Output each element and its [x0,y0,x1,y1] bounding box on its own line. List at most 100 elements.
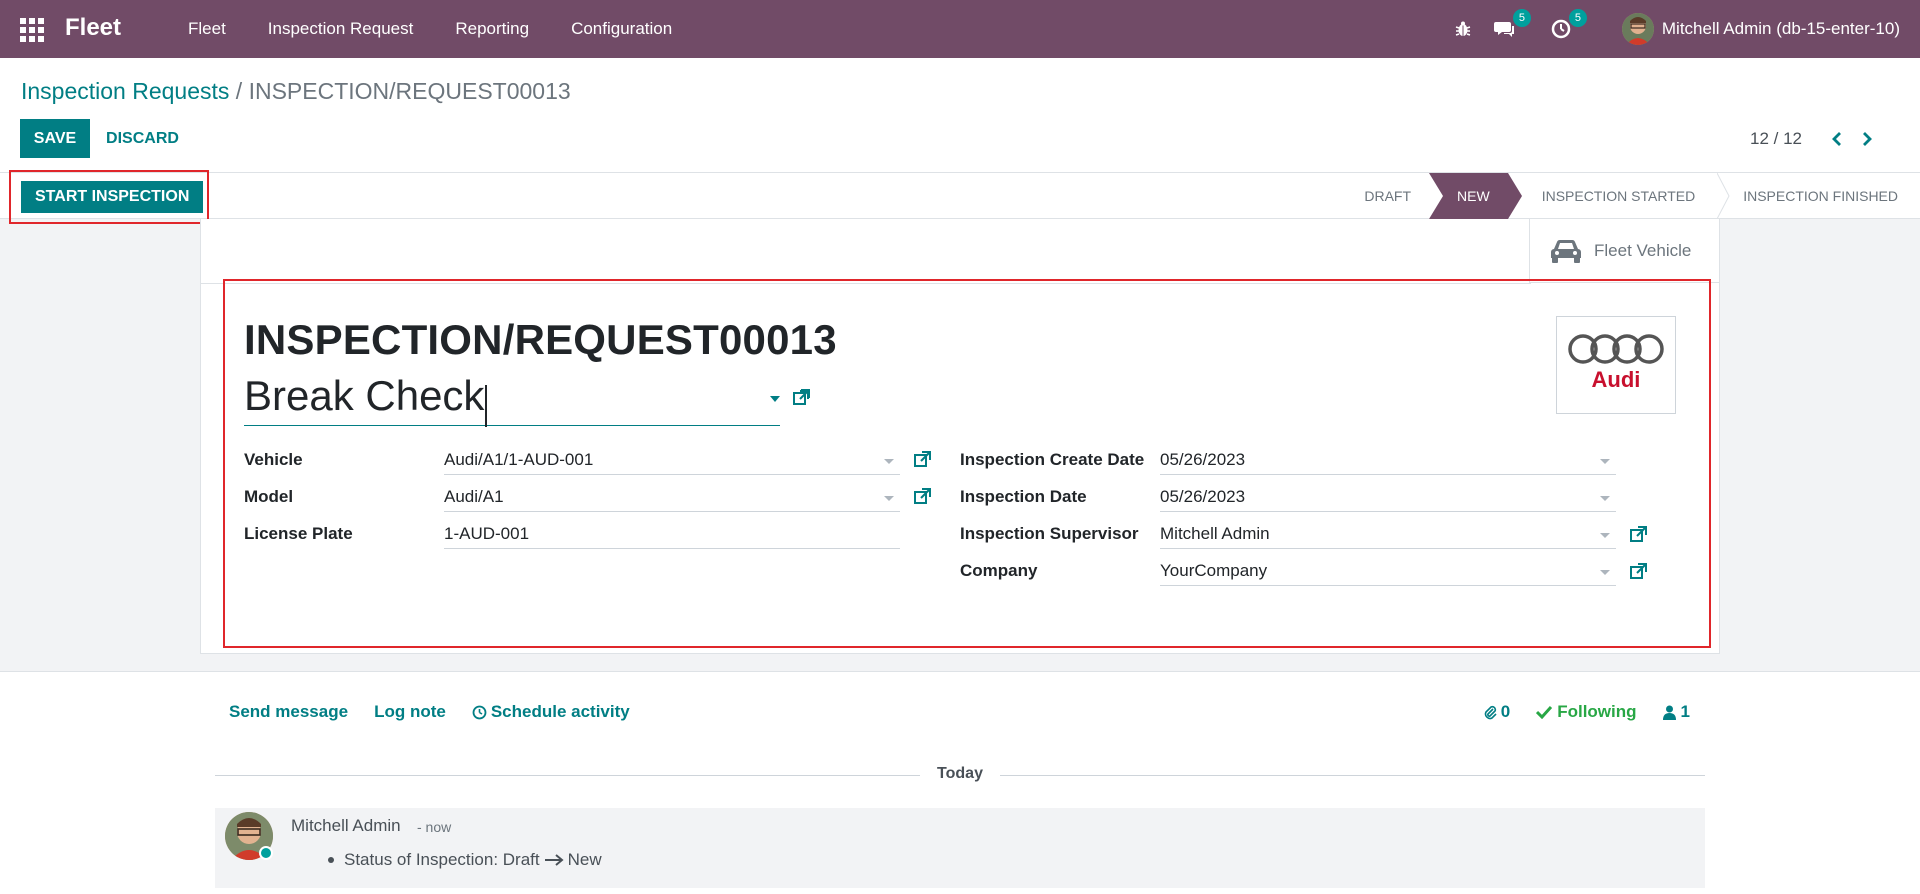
systray: 5 5 Mitchell Admin (db-15-enter-10) [1452,0,1900,58]
dropdown-arrow-icon[interactable] [1600,496,1610,501]
license-plate-field[interactable]: 1-AUD-001 [444,521,900,549]
company-field[interactable]: YourCompany [1160,558,1616,586]
clock-icon [472,705,487,719]
send-message-button[interactable]: Send message [229,702,348,722]
dropdown-arrow-icon[interactable] [1600,570,1610,575]
external-link-icon[interactable] [1629,563,1647,581]
inspection-title-value: Break Check [244,372,485,419]
menu-item-inspection-request[interactable]: Inspection Request [247,19,435,39]
vehicle-field[interactable]: Audi/A1/1-AUD-001 [444,447,900,475]
date-separator: Today [215,765,1705,785]
app-brand[interactable]: Fleet [65,14,121,42]
messages-count-badge: 5 [1512,9,1531,27]
arrow-right-icon [544,854,564,866]
tracking-value-old: Status of Inspection: Draft [344,850,540,869]
message-author[interactable]: Mitchell Admin [291,816,401,836]
chatter-message: Mitchell Admin - now Status of Inspectio… [215,808,1705,888]
company-value: YourCompany [1160,561,1268,580]
stage-pipeline: DRAFT NEW INSPECTION STARTED INSPECTION … [1336,173,1920,219]
chevron-right-icon[interactable] [1852,126,1882,152]
stage-divider [1717,173,1730,219]
inspection-title-input[interactable]: Break Check [244,370,780,427]
dropdown-arrow-icon[interactable] [1600,533,1610,538]
menu-item-configuration[interactable]: Configuration [550,19,693,39]
inspection-create-date-label: Inspection Create Date [960,450,1145,469]
external-link-icon[interactable] [792,389,810,407]
vehicle-brand-logo[interactable]: Audi [1556,316,1676,414]
main-menu: Fleet Inspection Request Reporting Confi… [167,0,693,58]
inspection-supervisor-value: Mitchell Admin [1160,524,1270,543]
following-button[interactable]: Following [1536,702,1637,722]
inspection-create-date-value: 05/26/2023 [1160,450,1246,469]
today-label: Today [937,765,983,782]
schedule-activity-button[interactable]: Schedule activity [472,702,630,722]
dropdown-arrow-icon[interactable] [1600,459,1610,464]
stage-new[interactable]: NEW [1429,173,1522,219]
inspection-supervisor-label: Inspection Supervisor [960,524,1139,543]
vehicle-value: Audi/A1/1-AUD-001 [444,450,594,469]
activities-clock-icon[interactable]: 5 [1550,9,1587,40]
vehicle-label: Vehicle [244,450,303,469]
user-menu[interactable]: Mitchell Admin (db-15-enter-10) [1662,19,1900,39]
inspection-supervisor-field[interactable]: Mitchell Admin [1160,521,1616,549]
car-icon [1551,239,1581,263]
breadcrumb: Inspection Requests / INSPECTION/REQUEST… [21,78,571,105]
inspection-date-label: Inspection Date [960,487,1087,506]
audi-rings-logo: Audi [1568,334,1664,392]
save-button[interactable]: SAVE [20,119,90,158]
dropdown-arrow-icon[interactable] [770,396,780,402]
inspection-date-value: 05/26/2023 [1160,487,1246,506]
pager: 12 / 12 [1750,126,1882,152]
stage-inspection-started[interactable]: INSPECTION STARTED [1508,173,1718,219]
apps-menu-icon[interactable] [20,18,44,42]
chatter-topbar-right: 0 Following 1 [1457,702,1690,722]
user-avatar[interactable] [1621,13,1654,45]
fleet-vehicle-smart-button[interactable]: Fleet Vehicle [1529,219,1719,283]
inspection-date-field[interactable]: 05/26/2023 [1160,484,1616,512]
online-status-indicator [259,846,273,860]
status-bar: START INSPECTION DRAFT NEW INSPECTION ST… [0,173,1920,219]
license-plate-label: License Plate [244,524,353,543]
top-navbar: Fleet Fleet Inspection Request Reporting… [0,0,1920,58]
smart-button-label: Fleet Vehicle [1594,240,1692,260]
chevron-left-icon[interactable] [1822,126,1852,152]
text-caret [485,384,488,427]
followers-button[interactable]: 1 [1662,702,1690,722]
user-icon [1662,705,1676,720]
attachments-count: 0 [1500,702,1511,721]
menu-item-fleet[interactable]: Fleet [167,19,247,39]
log-note-button[interactable]: Log note [374,702,446,722]
inspection-create-date-field[interactable]: 05/26/2023 [1160,447,1616,475]
attachments-button[interactable]: 0 [1483,702,1510,722]
bug-icon[interactable] [1452,18,1474,40]
external-link-icon[interactable] [913,451,931,469]
dropdown-arrow-icon[interactable] [884,496,894,501]
menu-item-reporting[interactable]: Reporting [434,19,550,39]
chat-messages-icon[interactable]: 5 [1493,9,1531,40]
highlight-outline-start-button [9,170,209,224]
model-label: Model [244,487,294,506]
check-icon [1536,705,1553,719]
model-field[interactable]: Audi/A1 [444,484,900,512]
message-body: Status of Inspection: Draft New [328,850,602,870]
followers-count: 1 [1680,702,1690,721]
tracking-value-new: New [567,850,602,869]
following-label: Following [1557,702,1637,721]
schedule-activity-label: Schedule activity [490,702,630,721]
company-label: Company [960,561,1038,580]
license-plate-value: 1-AUD-001 [444,524,530,543]
dropdown-arrow-icon[interactable] [884,459,894,464]
stage-draft[interactable]: DRAFT [1336,173,1429,219]
chatter: Send message Log note Schedule activity … [0,671,1920,894]
paperclip-icon [1484,705,1497,720]
breadcrumb-parent-link[interactable]: Inspection Requests [21,78,229,104]
pager-value[interactable]: 12 / 12 [1750,129,1802,149]
discard-button[interactable]: DISCARD [95,119,190,158]
record-name: INSPECTION/REQUEST00013 [244,316,837,363]
breadcrumb-separator: / [235,78,243,104]
chatter-actions: Send message Log note Schedule activity [229,702,656,722]
breadcrumb-current: INSPECTION/REQUEST00013 [248,78,571,104]
external-link-icon[interactable] [913,488,931,506]
external-link-icon[interactable] [1629,526,1647,544]
stage-inspection-finished[interactable]: INSPECTION FINISHED [1731,173,1920,219]
